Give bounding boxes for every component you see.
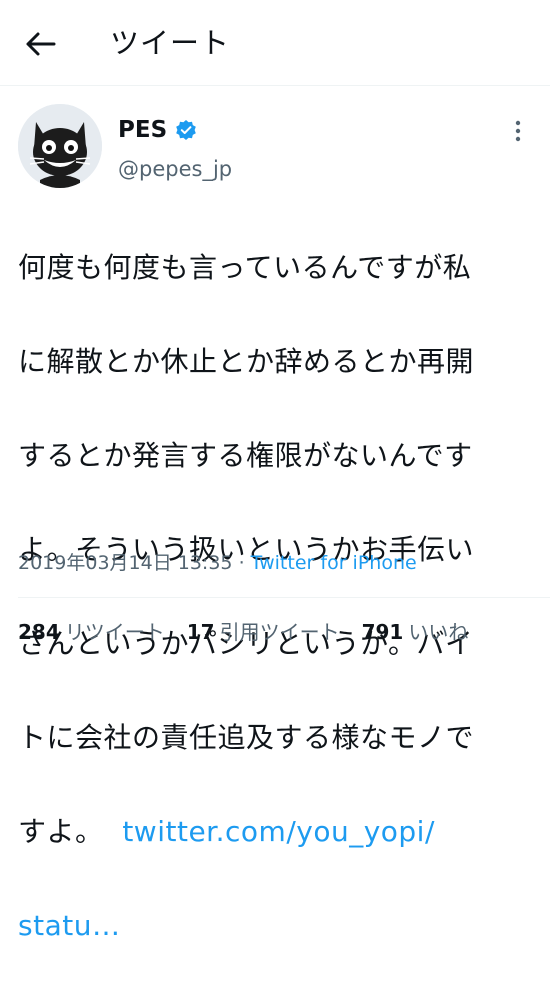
retweets-label: リツイート [64, 620, 165, 644]
likes-label: いいね [408, 620, 469, 644]
vertical-ellipsis-icon [515, 120, 521, 142]
display-name[interactable]: PES [118, 113, 167, 147]
meta-separator: · [238, 552, 245, 574]
avatar[interactable] [18, 104, 102, 188]
tweet-stats: 284 リツイート 17 引用ツイート 791 いいね [18, 617, 468, 647]
tweet-meta: 2019年03月14日 13:35 · Twitter for iPhone [18, 549, 417, 577]
quotes-stat[interactable]: 17 引用ツイート [187, 617, 340, 647]
quotes-label: 引用ツイート [219, 620, 340, 644]
black-cat-avatar-icon [18, 104, 102, 188]
arrow-left-icon [26, 32, 56, 56]
tweet-source[interactable]: Twitter for iPhone [251, 552, 417, 574]
divider [18, 597, 550, 598]
tweet-line: トに会社の責任追及する様なモノで [18, 721, 475, 754]
tweet-line: 何度も何度も言っているんですが私 [18, 251, 472, 284]
likes-count: 791 [361, 620, 404, 644]
retweets-count: 284 [18, 620, 60, 644]
verified-badge-icon [176, 120, 196, 140]
tweet-link-continued[interactable]: statu… [18, 909, 120, 942]
tweet-link[interactable]: twitter.com/you_yopi/ [122, 815, 435, 848]
tweet-line: statu… [18, 902, 534, 949]
tweet-line-text: すよ。 [18, 815, 104, 848]
author-handle[interactable]: @pepes_jp [118, 154, 232, 184]
likes-stat[interactable]: 791 いいね [362, 617, 469, 647]
tweet-line: すよ。 twitter.com/you_yopi/ [18, 808, 534, 855]
tweet-line: するとか発言する権限がないんです [18, 439, 473, 472]
quotes-count: 17 [186, 620, 215, 644]
top-bar: ツイート [0, 0, 550, 86]
retweets-stat[interactable]: 284 リツイート [18, 617, 165, 647]
tweet-line: に解散とか休止とか辞めるとか再開 [18, 345, 475, 378]
back-button[interactable] [24, 27, 60, 61]
author-name-row: PES [118, 113, 197, 147]
page-title: ツイート [110, 26, 231, 60]
timestamp[interactable]: 2019年03月14日 13:35 [18, 552, 233, 574]
more-options-button[interactable] [506, 118, 530, 144]
